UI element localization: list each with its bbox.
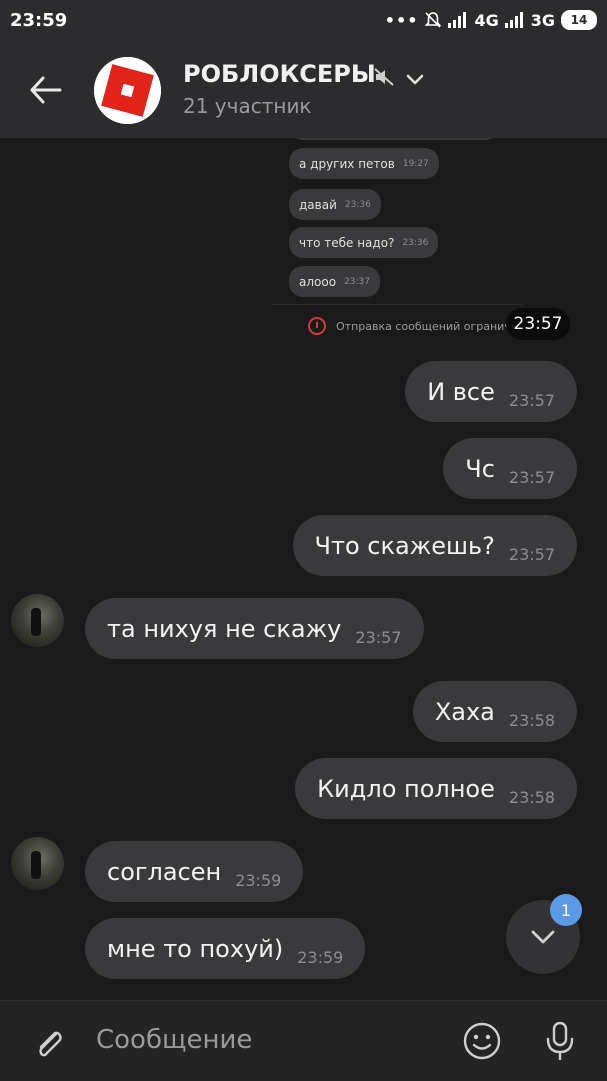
emoji-icon[interactable]: [462, 1021, 502, 1061]
message-time: 23:57: [508, 468, 555, 487]
chevron-down-icon[interactable]: [404, 68, 426, 90]
mini-message-text: давай: [299, 197, 337, 212]
message-time: 23:59: [235, 871, 282, 890]
mini-message-time: 23:36: [344, 199, 371, 210]
message-text: мне то похуй): [107, 934, 284, 963]
incoming-message[interactable]: мне то похуй) 23:59: [85, 918, 366, 979]
signal-icon-2: [504, 12, 525, 28]
status-bar: 23:59 ••• 4G 3G 14: [0, 0, 607, 42]
incoming-message[interactable]: согласен 23:59: [85, 841, 304, 902]
mini-message-time: 23:36: [402, 237, 429, 248]
message-time: 23:59: [297, 948, 344, 967]
roblox-logo-icon: [94, 57, 161, 124]
outgoing-message[interactable]: И все 23:57: [405, 361, 577, 422]
mini-message: алооо 23:37: [289, 266, 380, 297]
microphone-icon[interactable]: [540, 1019, 580, 1063]
mini-message-time: 23:37: [344, 276, 370, 287]
mini-message-text: алооо: [299, 274, 337, 289]
mini-message-text: а других петов: [299, 156, 395, 171]
user-avatar[interactable]: [11, 594, 64, 647]
mini-message-text: что тебе надо?: [299, 235, 395, 250]
battery-icon: 14: [561, 10, 597, 30]
status-icons: ••• 4G 3G 14: [385, 10, 597, 30]
message-text: согласен: [107, 857, 222, 886]
signal-icon: [448, 12, 468, 28]
restriction-notice: Отправка сообщений ограничена: [308, 317, 526, 335]
message-text: Чс: [465, 454, 495, 483]
status-time: 23:59: [10, 10, 68, 31]
message-time: 23:57: [508, 545, 555, 564]
message-time: 23:58: [508, 711, 555, 730]
message-time: 23:57: [355, 628, 402, 647]
message-text: И все: [427, 377, 495, 406]
message-text: Хаха: [434, 697, 495, 726]
screenshot-timestamp: 23:57: [506, 308, 570, 340]
mini-message: что тебе надо? 23:36: [289, 227, 439, 258]
message-text: та нихуя не скажу: [107, 614, 342, 643]
chat-header: РОБЛОКСЕРЫ 21 участник: [0, 42, 607, 138]
members-count[interactable]: 21 участник: [183, 94, 312, 118]
battery-level: 14: [570, 13, 588, 27]
user-avatar[interactable]: [11, 837, 64, 890]
outgoing-message[interactable]: Что скажешь? 23:57: [292, 515, 577, 576]
bell-off-icon: [425, 12, 442, 28]
incoming-message[interactable]: та нихуя не скажу 23:57: [85, 598, 424, 659]
warning-icon: [308, 317, 326, 335]
chat-title[interactable]: РОБЛОКСЕРЫ: [183, 60, 376, 88]
chat-avatar[interactable]: [94, 57, 161, 124]
mini-message-time: 19:27: [402, 158, 429, 169]
mini-message: давай 23:36: [289, 189, 381, 220]
message-input[interactable]: Сообщение: [96, 1025, 252, 1055]
message-text: Что скажешь?: [314, 531, 495, 560]
outgoing-message[interactable]: Хаха 23:58: [412, 681, 577, 742]
more-dots-icon: •••: [384, 10, 419, 30]
mini-message: а других петов 19:27: [289, 148, 439, 179]
chevron-down-icon: [531, 930, 555, 944]
outgoing-message[interactable]: Кидло полное 23:58: [295, 758, 577, 819]
back-arrow-icon[interactable]: [26, 70, 66, 110]
network-type-1: 4G: [474, 10, 499, 30]
muted-speaker-icon: [374, 68, 394, 86]
message-time: 23:58: [508, 788, 555, 807]
message-input-bar: Сообщение: [0, 1000, 607, 1081]
message-time: 23:57: [508, 391, 555, 410]
message-list[interactable]: а других петов 19:27 давай 23:36 что теб…: [0, 138, 607, 1000]
outgoing-message[interactable]: Чс 23:57: [443, 438, 577, 499]
paperclip-icon[interactable]: [28, 1021, 68, 1061]
network-type-2: 3G: [530, 10, 555, 30]
message-text: Кидло полное: [317, 774, 495, 803]
forwarded-screenshot[interactable]: а других петов 19:27 давай 23:36 что теб…: [272, 138, 522, 305]
unread-badge: 1: [550, 894, 582, 926]
restriction-text: Отправка сообщений ограничена: [336, 319, 526, 333]
cropped-bubble: [289, 138, 499, 140]
divider: [272, 304, 522, 305]
